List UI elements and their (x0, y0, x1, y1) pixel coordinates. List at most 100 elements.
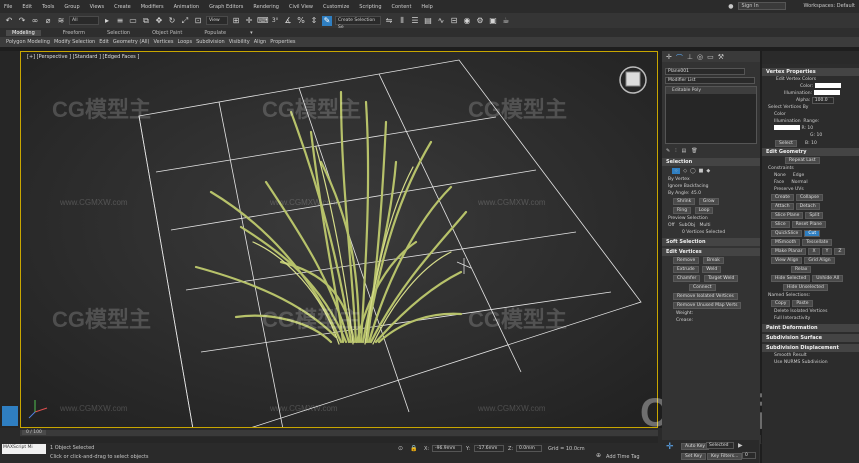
none-radio[interactable]: None (774, 173, 786, 178)
attach-button[interactable]: Attach (771, 203, 794, 210)
menu-modifiers[interactable]: Modifiers (141, 4, 164, 10)
edge-radio[interactable]: Edge (793, 173, 804, 178)
show-end-result-icon[interactable]: ⫶ (675, 148, 676, 154)
menu-group[interactable]: Group (64, 4, 79, 10)
select-object-icon[interactable]: ▸ (102, 16, 112, 26)
menu-civil-view[interactable]: Civil View (289, 4, 313, 10)
track-bar[interactable] (20, 437, 658, 443)
create-button[interactable]: Create (771, 194, 794, 201)
by-vertex-checkbox[interactable]: By Vertex (662, 176, 760, 183)
menu-tools[interactable]: Tools (42, 4, 54, 10)
time-slider[interactable]: 0 / 100 (20, 430, 658, 436)
align-icon[interactable]: ⫴ (397, 16, 407, 26)
snap-toggle-icon[interactable]: 3⁰ (270, 16, 280, 26)
split-button[interactable]: Split (805, 212, 824, 219)
crease-label[interactable]: Crease: (662, 317, 760, 324)
alpha-field[interactable]: 100.0 (811, 97, 834, 104)
cut-button[interactable]: Cut (804, 230, 821, 237)
spinner-snap-icon[interactable]: ⇕ (309, 16, 319, 26)
collapse-button[interactable]: Collapse (795, 194, 824, 201)
ribbon-loops[interactable]: Loops (177, 39, 192, 45)
create-tab-icon[interactable]: ✛ (666, 53, 672, 61)
scale-icon[interactable]: ⤢ (180, 16, 190, 26)
set-key-button[interactable]: Set Key (681, 453, 706, 460)
selection-rollout-header[interactable]: Selection (662, 158, 760, 166)
add-time-tag[interactable]: Add Time Tag (606, 454, 640, 460)
viewport-label[interactable]: [+] [Perspective ] [Standard ] [Edged Fa… (27, 54, 139, 60)
vertex-mode-icon[interactable]: ⁘ (672, 168, 681, 174)
copy-button[interactable]: Copy (771, 300, 791, 307)
x-coordinate-field[interactable]: -96.9mm (432, 445, 462, 452)
select-manipulate-icon[interactable]: ✛ (244, 16, 254, 26)
remove-unused-button[interactable]: Remove Unused Map Verts (673, 302, 742, 309)
remove-modifier-icon[interactable]: 🗑 (691, 148, 697, 154)
preserve-uvs-checkbox[interactable]: Preserve UVs (762, 186, 859, 193)
ignore-backfacing-checkbox[interactable]: Ignore Backfacing (662, 183, 760, 190)
add-time-tag-icon[interactable]: ⊕ (596, 452, 601, 459)
hide-selected-button[interactable]: Hide Selected (771, 275, 811, 282)
edge-mode-icon[interactable]: ◇ (683, 168, 687, 174)
ring-button[interactable]: Ring (673, 207, 692, 214)
chamfer-button[interactable]: Chamfer (673, 275, 701, 282)
workspaces-label[interactable]: Workspaces: Default (804, 3, 855, 9)
repeat-last-button[interactable]: Repeat Last (785, 157, 820, 164)
lock-icon[interactable]: 🔒 (410, 445, 417, 452)
named-selection-set-dropdown[interactable]: Create Selection Se (335, 16, 381, 30)
ribbon-align[interactable]: Align (254, 39, 267, 45)
angle-value[interactable]: 45.0 (691, 191, 701, 196)
target-weld-button[interactable]: Target Weld (703, 275, 739, 282)
stack-item-editable-poly[interactable]: Editable Poly (666, 87, 756, 94)
isolate-icon[interactable]: ⊙ (398, 445, 403, 452)
tab-selection[interactable]: Selection (107, 30, 130, 36)
modifier-list-dropdown[interactable]: Modifier List (665, 77, 755, 84)
preview-multi-radio[interactable]: Multi (699, 223, 710, 228)
angle-snap-icon[interactable]: ∡ (283, 16, 293, 26)
z-coordinate-field[interactable]: 0.0mm (516, 445, 542, 452)
select-button[interactable]: Select (775, 140, 797, 147)
pivot-center-icon[interactable]: ⊞ (231, 16, 241, 26)
menu-graph-editors[interactable]: Graph Editors (209, 4, 243, 10)
ribbon-visibility[interactable]: Visibility (229, 39, 250, 45)
scene-explorer-icon[interactable]: ▤ (423, 16, 433, 26)
extrude-button[interactable]: Extrude (673, 266, 699, 273)
grow-button[interactable]: Grow (698, 198, 719, 205)
y-button[interactable]: Y (821, 248, 833, 255)
weight-label[interactable]: Weight: (662, 310, 760, 317)
curve-editor-icon[interactable]: ∿ (436, 16, 446, 26)
delete-isolated-checkbox[interactable]: Delete Isolated Vertices (762, 308, 859, 315)
normal-radio[interactable]: Normal (791, 180, 807, 185)
key-filters-button[interactable]: Key Filters... (707, 453, 743, 460)
make-planar-button[interactable]: Make Planar (771, 248, 807, 255)
rotate-icon[interactable]: ↻ (167, 16, 177, 26)
auto-key-button[interactable]: Auto Key (681, 443, 710, 450)
bind-spacewarp-icon[interactable]: ≋ (56, 16, 66, 26)
modify-tab-icon[interactable]: ⌒ (676, 53, 683, 62)
undo-icon[interactable]: ↶ (4, 16, 14, 26)
illumination-radio[interactable]: Illumination (774, 119, 801, 124)
tab-modeling[interactable]: Modeling (6, 29, 41, 36)
unlink-icon[interactable]: ⌀ (43, 16, 53, 26)
menu-scripting[interactable]: Scripting (359, 4, 381, 10)
remove-isolated-button[interactable]: Remove Isolated Vertices (673, 293, 738, 300)
select-by-name-icon[interactable]: ≡ (115, 16, 125, 26)
reference-coordinate-dropdown[interactable]: View (206, 16, 228, 25)
place-icon[interactable]: ⊡ (193, 16, 203, 26)
use-nurms-checkbox[interactable]: Use NURMS Subdivision (762, 359, 859, 366)
unhide-all-button[interactable]: Unhide All (812, 275, 844, 282)
g-field[interactable]: 10 (816, 133, 822, 138)
preview-off-radio[interactable]: Off (668, 223, 675, 228)
vertex-properties-header[interactable]: Vertex Properties (762, 68, 859, 76)
menu-views[interactable]: Views (90, 4, 104, 10)
menu-rendering[interactable]: Rendering (253, 4, 279, 10)
play-icon[interactable]: ▶ (738, 442, 743, 449)
face-radio[interactable]: Face (774, 180, 784, 185)
x-button[interactable]: X (808, 248, 820, 255)
schematic-view-icon[interactable]: ⊟ (449, 16, 459, 26)
ribbon-edit[interactable]: Edit (99, 39, 109, 45)
viewport-layout-tab[interactable] (2, 406, 18, 426)
selection-filter-dropdown[interactable]: All (69, 16, 99, 25)
menu-edit[interactable]: Edit (22, 4, 32, 10)
reset-plane-button[interactable]: Reset Plane (791, 221, 826, 228)
menu-animation[interactable]: Animation (174, 4, 200, 10)
tab-freeform[interactable]: Freeform (63, 30, 85, 36)
